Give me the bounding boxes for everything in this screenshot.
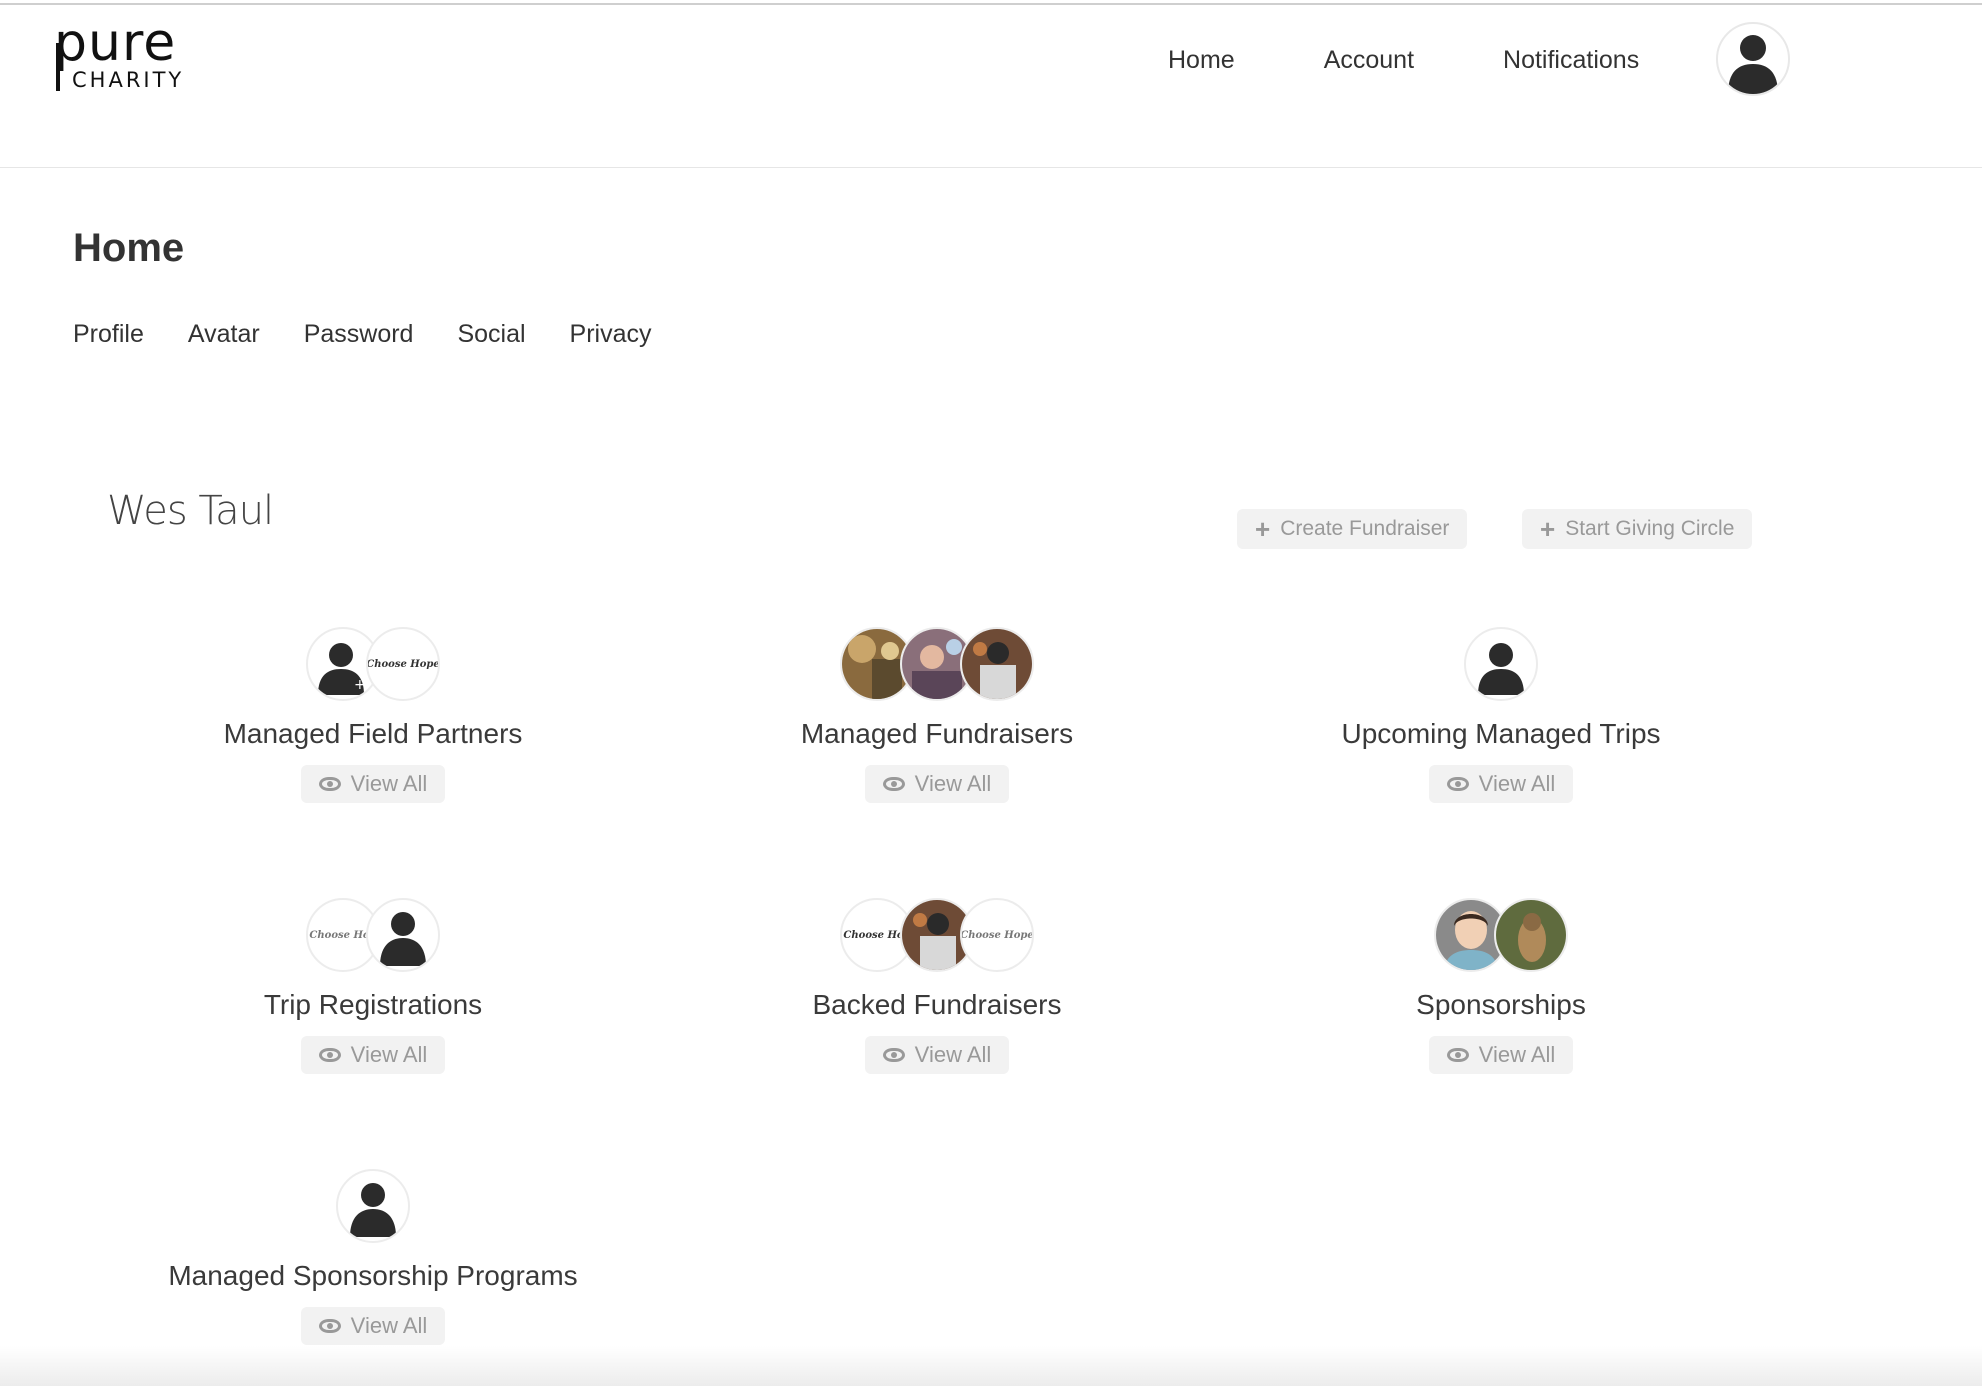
- choose-hope-logo: Choose Hope: [960, 929, 1034, 941]
- person-icon: [350, 1183, 396, 1237]
- eye-icon: [318, 777, 341, 791]
- view-all-label: View All: [914, 771, 992, 796]
- nav-home[interactable]: Home: [1168, 46, 1235, 75]
- site-header: pure CHARITY Home Account Notifications: [0, 5, 1982, 168]
- avatar-stack: + Choose Hope: [93, 627, 653, 703]
- view-all-label: View All: [1478, 771, 1556, 796]
- page-title: Home: [73, 226, 185, 270]
- tile-title: Backed Fundraisers: [812, 989, 1062, 1020]
- avatar-stack: [1221, 627, 1781, 703]
- eye-icon: [318, 1319, 341, 1333]
- tile-title: Managed Sponsorship Programs: [168, 1260, 578, 1291]
- avatar-stack: [93, 1169, 653, 1245]
- main-nav: Home Account Notifications: [1168, 5, 1639, 115]
- tile-title: Upcoming Managed Trips: [1341, 718, 1661, 749]
- backed-avatar[interactable]: Choose Hope: [960, 898, 1034, 972]
- person-icon: [1478, 643, 1524, 695]
- fundraiser-avatar[interactable]: [960, 627, 1034, 701]
- tile-upcoming-managed-trips: Upcoming Managed Trips View All: [1221, 627, 1781, 803]
- eye-icon: [318, 1048, 341, 1062]
- view-all-button[interactable]: View All: [300, 1307, 446, 1345]
- nav-account[interactable]: Account: [1324, 46, 1414, 75]
- create-fundraiser-label: Create Fundraiser: [1280, 517, 1450, 540]
- tile-managed-sponsorship-programs: Managed Sponsorship Programs View All: [93, 1169, 653, 1345]
- svg-text:+: +: [354, 677, 366, 693]
- subnav-profile[interactable]: Profile: [73, 320, 144, 349]
- partner-avatar[interactable]: Choose Hope: [366, 627, 440, 701]
- avatar-stack: Choose Hop Choose Hope: [657, 898, 1217, 974]
- subnav-privacy[interactable]: Privacy: [570, 320, 652, 349]
- view-all-button[interactable]: View All: [864, 1036, 1010, 1074]
- tile-title: Sponsorships: [1416, 989, 1586, 1020]
- start-giving-circle-label: Start Giving Circle: [1565, 517, 1735, 540]
- pure-charity-logo[interactable]: pure CHARITY: [54, 13, 185, 92]
- plus-icon: +: [1255, 514, 1271, 544]
- subnav-password[interactable]: Password: [304, 320, 414, 349]
- subnav-avatar[interactable]: Avatar: [188, 320, 260, 349]
- eye-icon: [1446, 1048, 1469, 1062]
- avatar-stack: [1221, 898, 1781, 974]
- profile-subnav: Profile Avatar Password Social Privacy: [73, 320, 696, 349]
- view-all-button[interactable]: View All: [864, 765, 1010, 803]
- person-icon: [380, 912, 426, 966]
- view-all-button[interactable]: View All: [300, 765, 446, 803]
- program-avatar[interactable]: [336, 1169, 410, 1243]
- plus-icon: +: [1540, 514, 1556, 544]
- animal-photo: [1496, 900, 1566, 970]
- view-all-label: View All: [350, 771, 428, 796]
- create-fundraiser-button[interactable]: + Create Fundraiser: [1237, 509, 1468, 549]
- fundraiser-photo: [962, 629, 1032, 699]
- choose-hope-logo: Choose Hope: [366, 658, 440, 670]
- sponsorship-avatar[interactable]: [1494, 898, 1568, 972]
- eye-icon: [1446, 777, 1469, 791]
- subnav-social[interactable]: Social: [457, 320, 525, 349]
- tile-managed-fundraisers: Managed Fundraisers View All: [657, 627, 1217, 803]
- view-all-button[interactable]: View All: [1428, 1036, 1574, 1074]
- eye-icon: [882, 777, 905, 791]
- tile-sponsorships: Sponsorships View All: [1221, 898, 1781, 1074]
- avatar-stack: [657, 627, 1217, 703]
- tile-backed-fundraisers: Choose Hop Choose Hope Backed Fundraiser…: [657, 898, 1217, 1074]
- view-all-label: View All: [1478, 1042, 1556, 1067]
- tile-title: Managed Field Partners: [223, 718, 523, 749]
- tile-title: Managed Fundraisers: [800, 718, 1074, 749]
- user-name: Wes Taul: [107, 488, 274, 534]
- eye-icon: [882, 1048, 905, 1062]
- logo-word: pure: [54, 13, 177, 73]
- view-all-label: View All: [914, 1042, 992, 1067]
- tile-managed-field-partners: + Choose Hope Managed Field Partners Vie…: [93, 627, 653, 803]
- avatar-stack: Choose Hop: [93, 898, 653, 974]
- trip-avatar[interactable]: [1464, 627, 1538, 701]
- tile-title: Trip Registrations: [263, 989, 483, 1020]
- registration-avatar[interactable]: [366, 898, 440, 972]
- view-all-button[interactable]: View All: [300, 1036, 446, 1074]
- view-all-button[interactable]: View All: [1428, 765, 1574, 803]
- view-all-label: View All: [350, 1313, 428, 1338]
- nav-notifications[interactable]: Notifications: [1503, 46, 1639, 75]
- tile-trip-registrations: Choose Hop Trip Registrations View All: [93, 898, 653, 1074]
- logo-bar: [56, 43, 60, 91]
- view-all-label: View All: [350, 1042, 428, 1067]
- user-avatar-menu[interactable]: [1716, 22, 1790, 96]
- start-giving-circle-button[interactable]: + Start Giving Circle: [1522, 509, 1753, 549]
- logo-sub: CHARITY: [72, 68, 185, 92]
- person-icon: [1728, 35, 1778, 94]
- bottom-scroll-shade: [0, 1346, 1982, 1386]
